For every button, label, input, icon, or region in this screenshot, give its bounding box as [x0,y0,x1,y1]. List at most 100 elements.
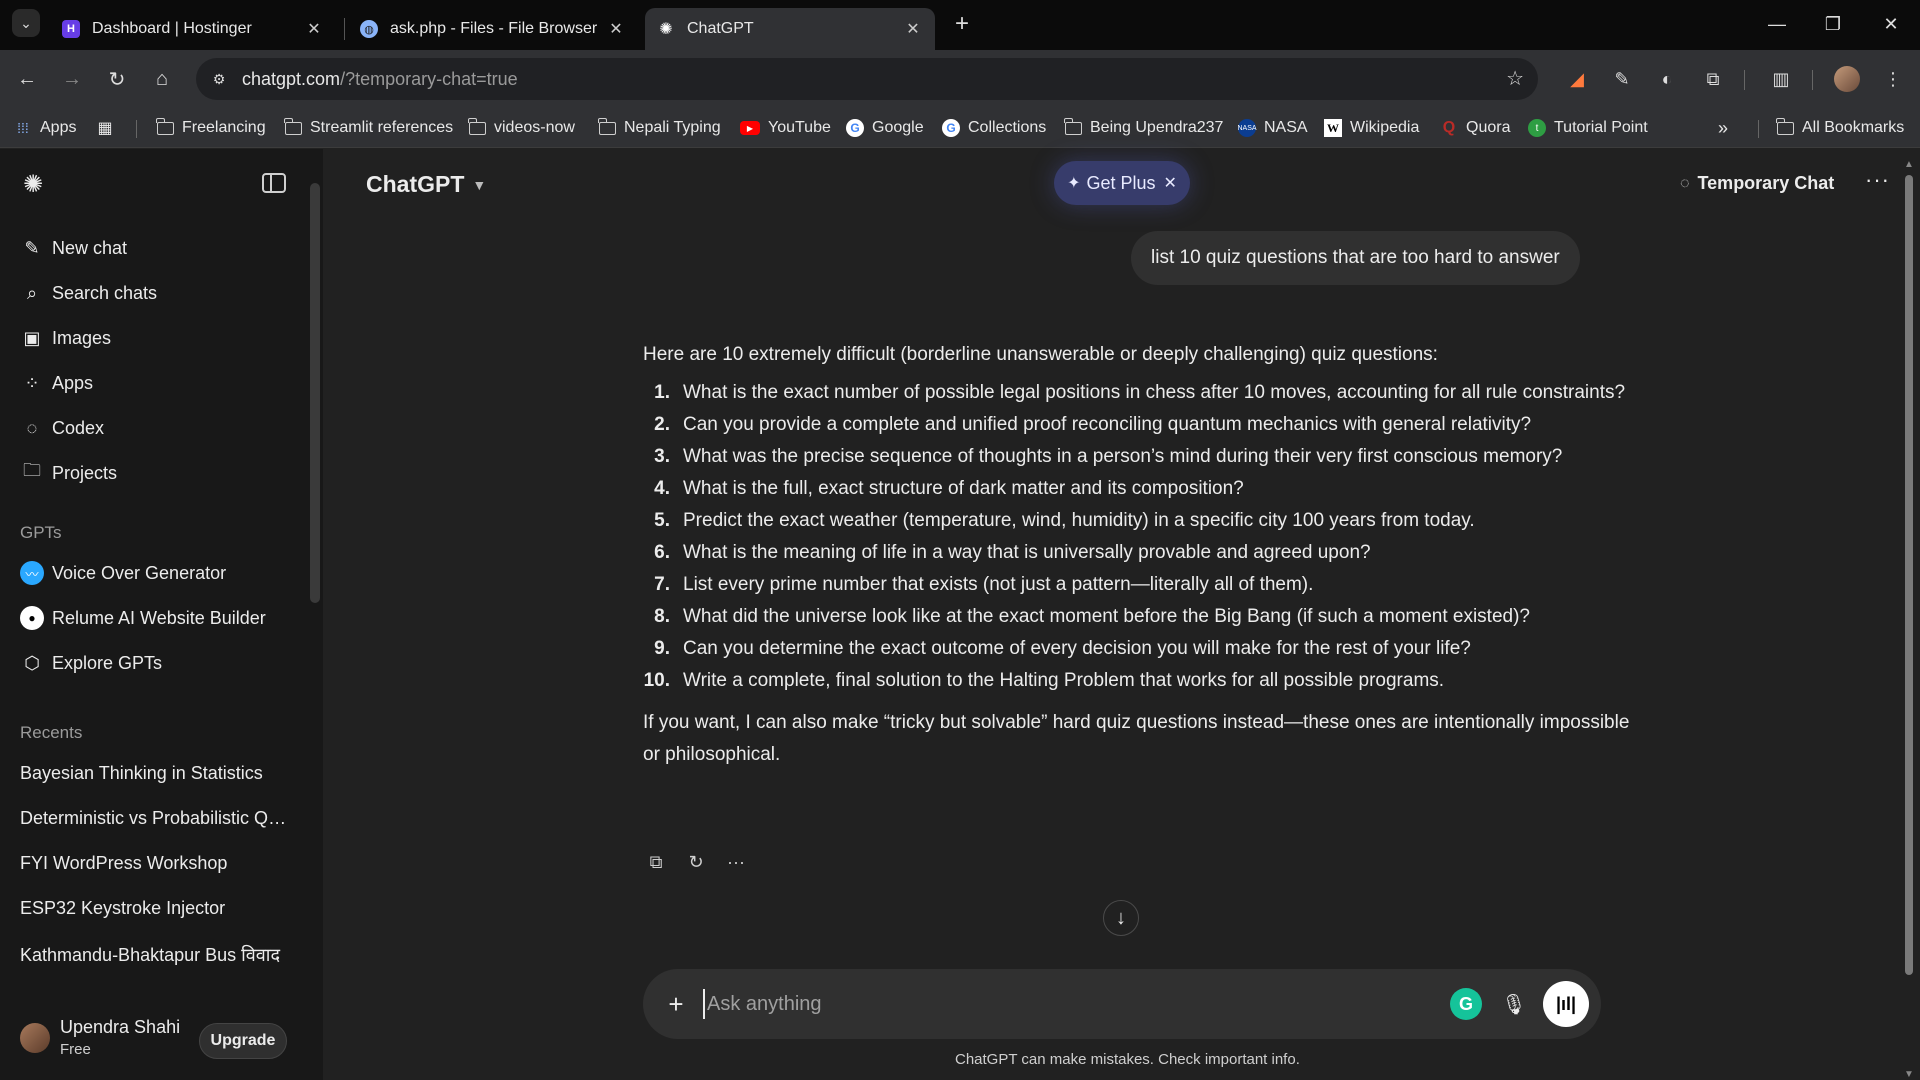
bookmark-tutorial-point[interactable]: t Tutorial Point [1528,116,1648,140]
bookmark-nepali-typing[interactable]: Nepali Typing [598,116,721,140]
bookmark-quora[interactable]: Q Quora [1440,116,1511,140]
chevron-down-icon: ▼ [472,176,487,193]
sidebar-scrollbar-thumb[interactable] [310,183,320,603]
regenerate-icon[interactable]: ↻ [683,849,709,875]
get-plus-button[interactable]: ✦ Get Plus ✕ [1054,161,1190,205]
sidebar-item-codex[interactable]: ◌ Codex [20,413,104,443]
bookmark-collections[interactable]: G Collections [942,116,1046,140]
bookmark-nasa[interactable]: NASA NASA [1237,116,1308,140]
sidebar-item-projects[interactable]: 🗀 Projects [20,458,117,488]
list-text: Write a complete, final solution to the … [683,670,1445,691]
folder-icon [598,117,616,137]
youtube-icon: ▶ [740,121,760,135]
sidebar-item-search-chats[interactable]: ⌕ Search chats [20,278,157,308]
bookmark-freelancing[interactable]: Freelancing [156,116,266,140]
reading-list-icon[interactable]: ▥ [1766,64,1796,94]
close-icon[interactable]: ✕ [606,19,626,39]
recent-chat-item[interactable]: Kathmandu-Bhaktapur Bus विवाद [20,943,290,967]
tab-file-browser[interactable]: ◍ ask.php - Files - File Browser ✕ [348,8,638,50]
tab-hostinger[interactable]: H Dashboard | Hostinger ✕ [50,8,336,50]
back-button[interactable]: ← [12,64,42,94]
restore-button[interactable]: ❐ [1818,10,1848,38]
bookmark-videos-now[interactable]: videos-now [468,116,575,140]
scroll-down-arrow-icon[interactable]: ▼ [1903,1069,1915,1080]
temporary-chat-toggle[interactable]: ◌ Temporary Chat [1680,173,1834,194]
bookmark-label: YouTube [768,119,831,136]
list-text: Can you provide a complete and unified p… [683,414,1532,435]
extensions-puzzle-icon[interactable]: ⧉ [1698,64,1728,94]
close-icon[interactable]: ✕ [304,19,324,39]
globe-icon: ◍ [360,20,378,38]
bookmarks-overflow-chevron-icon[interactable]: » [1718,116,1728,140]
sidebar-item-new-chat[interactable]: ✎ New chat [20,233,127,263]
minimize-button[interactable]: — [1762,10,1792,38]
address-bar[interactable]: ⚙ chatgpt.com/?temporary-chat=true ☆ [196,58,1538,100]
home-button[interactable]: ⌂ [147,64,177,94]
recent-chat-item[interactable]: ESP32 Keystroke Injector [20,898,290,919]
chatgpt-logo-icon[interactable]: ✺ [20,171,46,198]
close-icon[interactable]: ✕ [903,19,923,39]
sidebar-toggle-icon[interactable] [262,173,286,193]
recent-chat-item[interactable]: FYI WordPress Workshop [20,853,290,874]
copy-icon[interactable]: ⧉ [643,849,669,875]
model-selector[interactable]: ChatGPT ▼ [366,171,486,198]
scroll-up-arrow-icon[interactable]: ▲ [1903,159,1915,170]
add-attachment-icon[interactable]: + [661,989,691,1019]
reload-button[interactable]: ↻ [102,64,132,94]
scroll-to-bottom-button[interactable]: ↓ [1103,900,1139,936]
bookmark-all-bookmarks[interactable]: All Bookmarks [1776,116,1904,140]
bookmark-tab-groups[interactable]: ▦ [96,116,122,140]
main-scrollbar[interactable]: ▲ ▼ [1903,159,1915,1080]
recent-chat-item[interactable]: Deterministic vs Probabilistic Qu... [20,808,290,829]
grammarly-icon[interactable]: G [1450,988,1482,1020]
voice-mode-button[interactable]: |ıl| [1543,981,1589,1027]
browser-menu-icon[interactable]: ⋮ [1878,64,1908,94]
sidebar-item-images[interactable]: ▣ Images [20,323,111,353]
list-item: 1. What is the exact number of possible l… [643,377,1633,409]
list-number: 1. [654,382,670,403]
bookmark-google[interactable]: G Google [846,116,924,140]
microphone-icon[interactable]: 🎙 [1499,989,1529,1019]
list-number: 10. [643,670,670,691]
site-info-icon[interactable]: ⚙ [206,66,232,92]
gamepad-icon[interactable]: ◐ [1652,64,1682,94]
bookmark-wikipedia[interactable]: W Wikipedia [1324,116,1419,140]
user-profile-section[interactable]: Upendra Shahi Free Upgrade [0,1001,310,1080]
bookmark-apps[interactable]: ⁞⁞⁞ Apps [14,116,76,140]
main-scrollbar-thumb[interactable] [1905,175,1913,975]
folder-icon [156,117,174,137]
sidebar-scrollbar[interactable] [310,161,320,1061]
bookmark-youtube[interactable]: ▶ YouTube [740,116,831,140]
avatar[interactable] [20,1023,50,1053]
recent-chat-item[interactable]: Bayesian Thinking in Statistics [20,763,290,784]
bookmark-streamlit[interactable]: Streamlit references [284,116,453,140]
composer: + G 🎙 |ıl| [643,969,1601,1039]
new-tab-button[interactable]: + [950,10,974,37]
tab-search-button[interactable]: ⌄ [12,9,40,37]
more-options-icon[interactable]: ··· [1865,167,1890,193]
bookmark-being-upendra[interactable]: Being Upendra237 [1064,116,1223,140]
list-text: Can you determine the exact outcome of e… [683,638,1471,659]
sidebar-item-voice-over-generator[interactable]: 〰 Voice Over Generator [20,558,226,588]
chatgpt-icon: ✺ [659,21,673,38]
tab-chatgpt[interactable]: ✺ ChatGPT ✕ [645,8,935,50]
close-window-button[interactable]: ✕ [1876,10,1906,38]
forward-button[interactable]: → [57,64,87,94]
eyedropper-icon[interactable]: ✎ [1607,64,1637,94]
bookmark-star-icon[interactable]: ☆ [1506,66,1524,91]
sidebar-item-relume[interactable]: ● Relume AI Website Builder [20,603,266,633]
list-number: 9. [654,638,670,659]
user-plan: Free [60,1041,91,1058]
more-actions-icon[interactable]: ··· [723,849,749,875]
toolbar-divider [1744,70,1745,90]
list-number: 3. [654,446,670,467]
bookmark-label: Tutorial Point [1554,119,1648,136]
sidebar-item-explore-gpts[interactable]: ⬡ Explore GPTs [20,648,162,678]
sidebar-item-apps[interactable]: ⁘ Apps [20,368,93,398]
close-icon[interactable]: ✕ [1164,173,1177,193]
sidebar-item-label: Codex [52,417,105,438]
prompt-input[interactable] [703,989,1403,1019]
extension-icon[interactable]: ◢ [1562,64,1592,94]
profile-avatar[interactable] [1832,64,1862,94]
upgrade-button[interactable]: Upgrade [199,1023,287,1059]
